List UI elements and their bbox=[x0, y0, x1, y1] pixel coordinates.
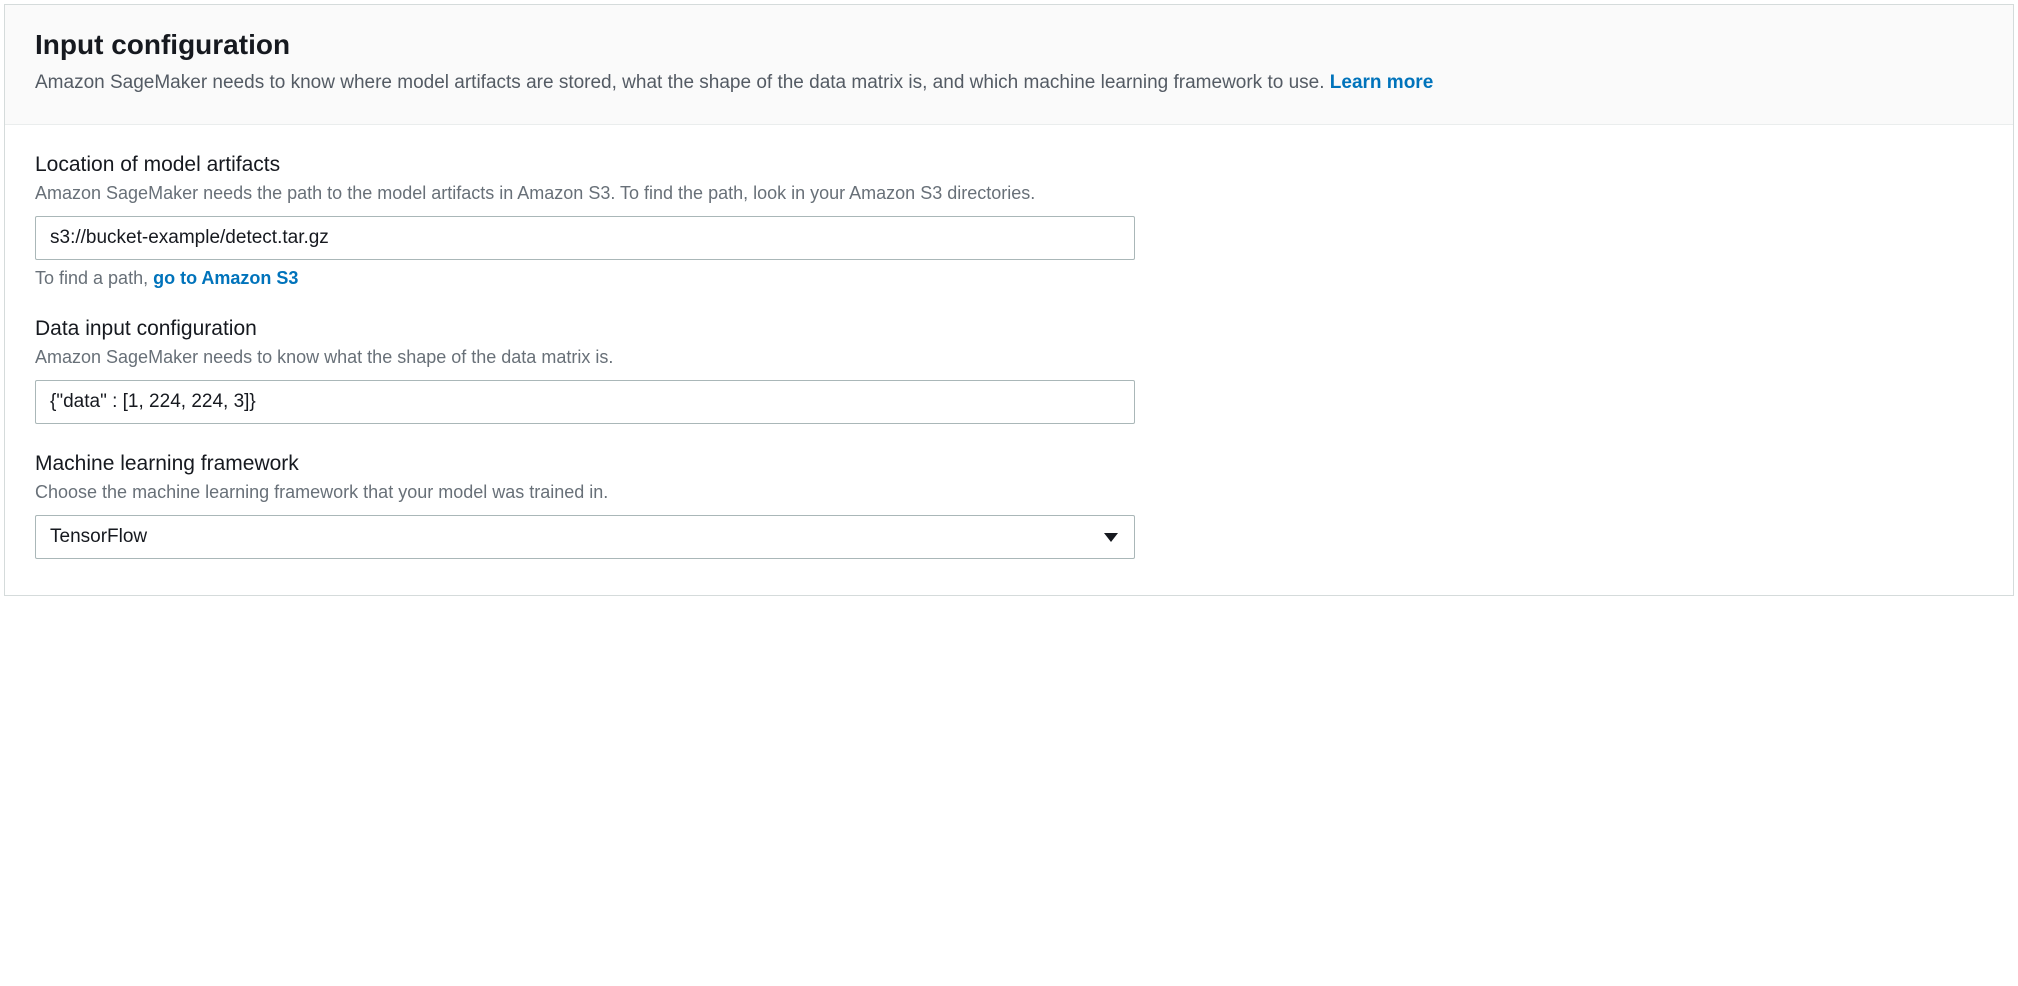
data-input-input[interactable] bbox=[35, 380, 1135, 424]
panel-description-text: Amazon SageMaker needs to know where mod… bbox=[35, 72, 1330, 93]
input-configuration-panel: Input configuration Amazon SageMaker nee… bbox=[4, 4, 2014, 596]
framework-select-wrapper: TensorFlow bbox=[35, 515, 1135, 559]
data-input-label: Data input configuration bbox=[35, 317, 1983, 341]
framework-hint: Choose the machine learning framework th… bbox=[35, 480, 1983, 505]
framework-selected-value: TensorFlow bbox=[50, 526, 147, 548]
artifacts-field-group: Location of model artifacts Amazon SageM… bbox=[35, 153, 1983, 289]
framework-label: Machine learning framework bbox=[35, 452, 1983, 476]
artifacts-help-prefix: To find a path, bbox=[35, 268, 153, 288]
data-input-field-group: Data input configuration Amazon SageMake… bbox=[35, 317, 1983, 424]
panel-header: Input configuration Amazon SageMaker nee… bbox=[5, 5, 2013, 125]
learn-more-link[interactable]: Learn more bbox=[1330, 72, 1433, 93]
panel-description: Amazon SageMaker needs to know where mod… bbox=[35, 69, 1983, 98]
go-to-s3-link[interactable]: go to Amazon S3 bbox=[153, 268, 298, 288]
panel-body: Location of model artifacts Amazon SageM… bbox=[5, 125, 2013, 596]
data-input-hint: Amazon SageMaker needs to know what the … bbox=[35, 345, 1983, 370]
panel-title: Input configuration bbox=[35, 29, 1983, 61]
framework-field-group: Machine learning framework Choose the ma… bbox=[35, 452, 1983, 559]
framework-select[interactable]: TensorFlow bbox=[35, 515, 1135, 559]
artifacts-hint: Amazon SageMaker needs the path to the m… bbox=[35, 181, 1983, 206]
artifacts-help: To find a path, go to Amazon S3 bbox=[35, 268, 1983, 289]
artifacts-label: Location of model artifacts bbox=[35, 153, 1983, 177]
artifacts-input[interactable] bbox=[35, 216, 1135, 260]
